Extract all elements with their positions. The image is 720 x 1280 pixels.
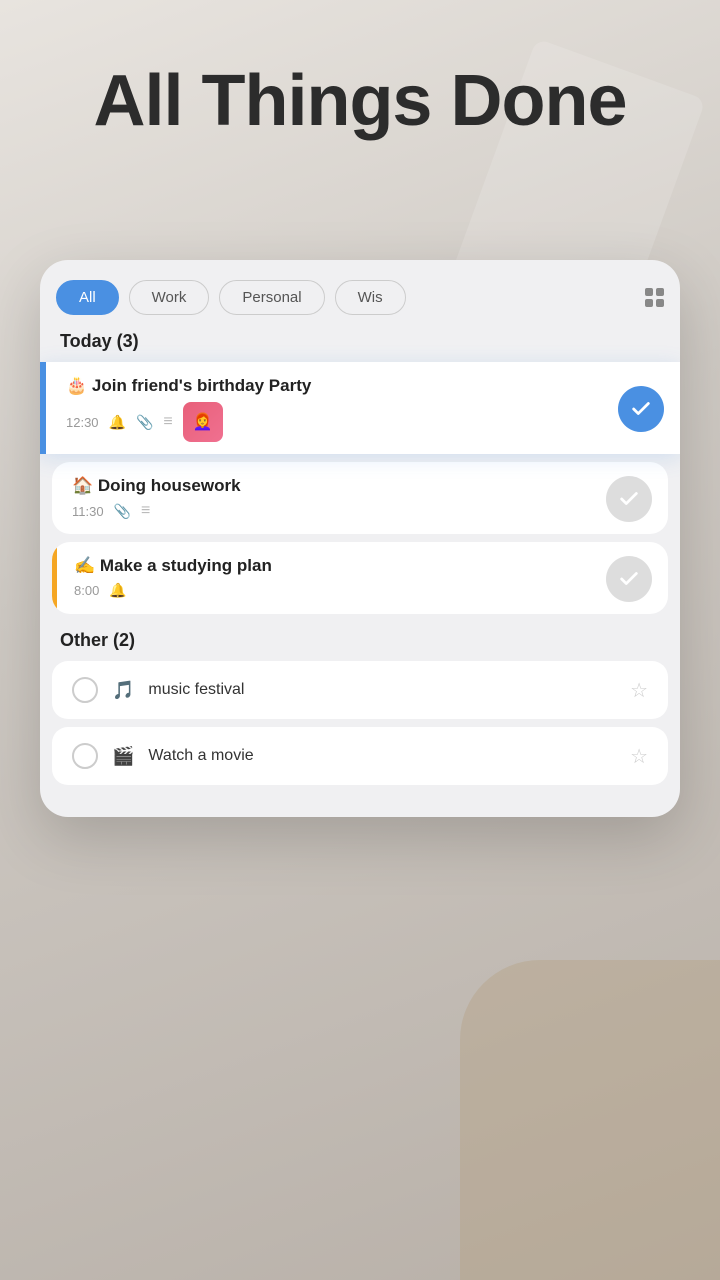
app-title: All Things Done <box>0 60 720 142</box>
task-item-1: 🎂 Join friend's birthday Party 12:30 🔔 📎… <box>40 362 680 454</box>
list-icon-2: ≡ <box>141 502 150 520</box>
other-section-heading: Other (2) <box>40 626 680 661</box>
other-2-check[interactable] <box>72 743 98 769</box>
task-3-title: ✍️ Make a studying plan <box>74 556 596 576</box>
filter-tab-all[interactable]: All <box>56 280 119 315</box>
task-3-check-button[interactable] <box>606 556 652 602</box>
clip-icon-2: 📎 <box>114 503 131 520</box>
task-1-check-button[interactable] <box>618 386 664 432</box>
other-item-2: 🎬 Watch a movie ☆ <box>52 727 668 785</box>
task-2-check-button[interactable] <box>606 476 652 522</box>
other-1-label: music festival <box>148 681 616 699</box>
task-2-emoji: 🏠 <box>72 476 93 495</box>
task-item-2: 🏠 Doing housework 11:30 📎 ≡ <box>52 462 668 534</box>
task-item-3: ✍️ Make a studying plan 8:00 🔔 <box>52 542 668 614</box>
main-card: All Work Personal Wis Today (3) 🎂 Join f… <box>40 260 680 817</box>
clip-icon: 📎 <box>136 414 153 431</box>
task-1-title: 🎂 Join friend's birthday Party <box>66 376 608 396</box>
other-1-emoji: 🎵 <box>112 680 134 701</box>
filter-tab-work[interactable]: Work <box>129 280 210 315</box>
filter-tab-wis[interactable]: Wis <box>335 280 406 315</box>
bell-icon-3: 🔔 <box>109 582 126 599</box>
filter-row: All Work Personal Wis <box>40 260 680 327</box>
task-3-emoji: ✍️ <box>74 556 95 575</box>
other-2-star[interactable]: ☆ <box>630 744 648 769</box>
other-2-emoji: 🎬 <box>112 746 134 767</box>
task-1-thumbnail: 👩‍🦰 <box>183 402 223 442</box>
bell-icon: 🔔 <box>109 414 126 431</box>
task-3-time: 8:00 <box>74 583 99 598</box>
grid-view-icon[interactable] <box>645 288 664 307</box>
task-1-time: 12:30 <box>66 415 99 430</box>
filter-tab-personal[interactable]: Personal <box>219 280 324 315</box>
task-2-title: 🏠 Doing housework <box>72 476 596 496</box>
task-2-time: 11:30 <box>72 504 104 519</box>
task-1-emoji: 🎂 <box>66 376 87 395</box>
other-1-star[interactable]: ☆ <box>630 678 648 703</box>
today-section-heading: Today (3) <box>40 327 680 362</box>
list-icon: ≡ <box>163 413 172 431</box>
other-item-1: 🎵 music festival ☆ <box>52 661 668 719</box>
other-1-check[interactable] <box>72 677 98 703</box>
other-2-label: Watch a movie <box>148 747 616 765</box>
